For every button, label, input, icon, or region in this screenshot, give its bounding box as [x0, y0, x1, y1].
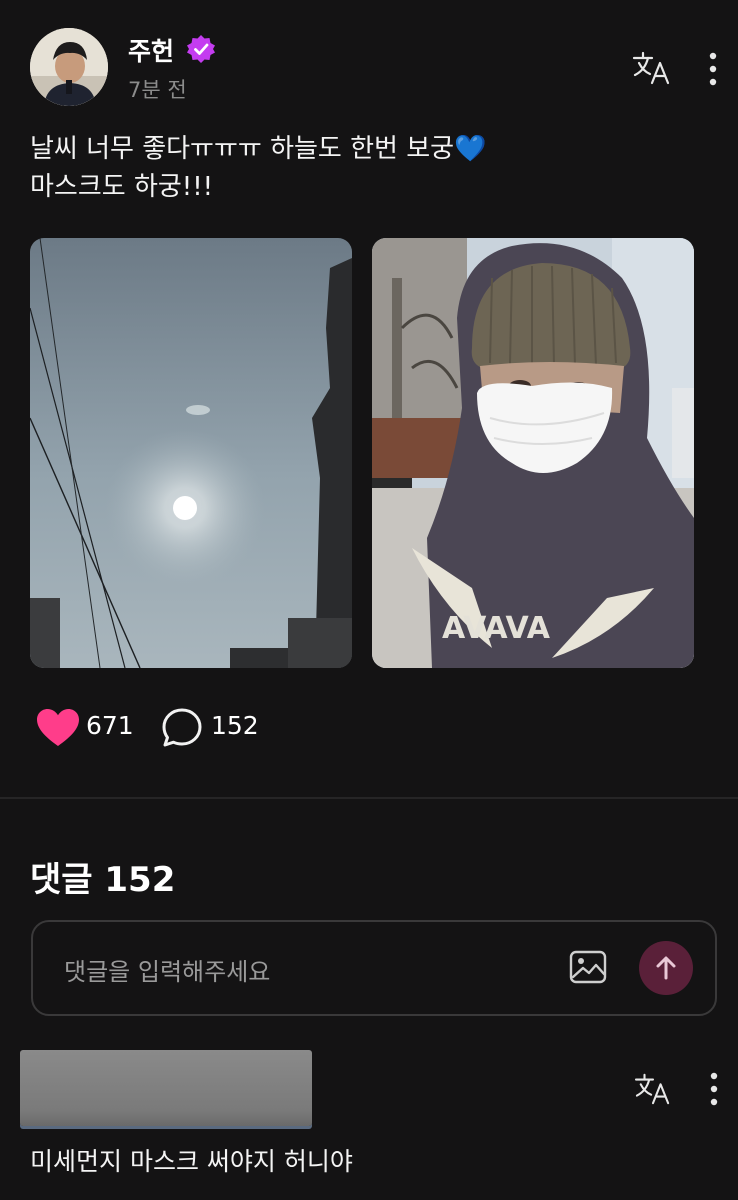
- commenter-redacted: [20, 1050, 312, 1126]
- verified-badge-icon: [187, 35, 215, 63]
- post-photo-sky[interactable]: [30, 238, 352, 668]
- avatar-image: [30, 28, 108, 106]
- comment-count: 152: [211, 711, 259, 740]
- speech-bubble-icon[interactable]: [161, 707, 203, 749]
- more-options-icon[interactable]: [703, 52, 723, 86]
- post-photo-selfie[interactable]: AVAVA: [372, 238, 694, 668]
- arrow-up-icon: [656, 956, 676, 980]
- more-options-icon[interactable]: [704, 1072, 724, 1106]
- post-text-line-1: 날씨 너무 좋다ㅠㅠㅠ 하늘도 한번 보궁💙: [30, 134, 487, 164]
- author-name[interactable]: 주헌: [128, 32, 174, 68]
- section-divider: [0, 797, 738, 799]
- comment-text: 미세먼지 마스크 써야지 허니야: [30, 1147, 353, 1176]
- send-button[interactable]: [639, 941, 693, 995]
- translate-icon[interactable]: [634, 1072, 672, 1106]
- post-body: 날씨 너무 좋다ㅠㅠㅠ 하늘도 한번 보궁💙 마스크도 하궁!!!: [30, 130, 710, 206]
- comment-input[interactable]: 댓글을 입력해주세요: [64, 952, 270, 987]
- translate-icon[interactable]: [632, 50, 672, 86]
- like-count: 671: [86, 711, 134, 740]
- svg-text:AVAVA: AVAVA: [442, 611, 551, 646]
- post-text-line-2: 마스크도 하궁!!!: [30, 172, 214, 202]
- image-icon[interactable]: [569, 950, 607, 984]
- comments-heading: 댓글 152: [30, 860, 176, 900]
- heart-icon[interactable]: [36, 708, 80, 748]
- author-avatar[interactable]: [30, 28, 108, 106]
- post-timestamp: 7분 전: [128, 78, 187, 102]
